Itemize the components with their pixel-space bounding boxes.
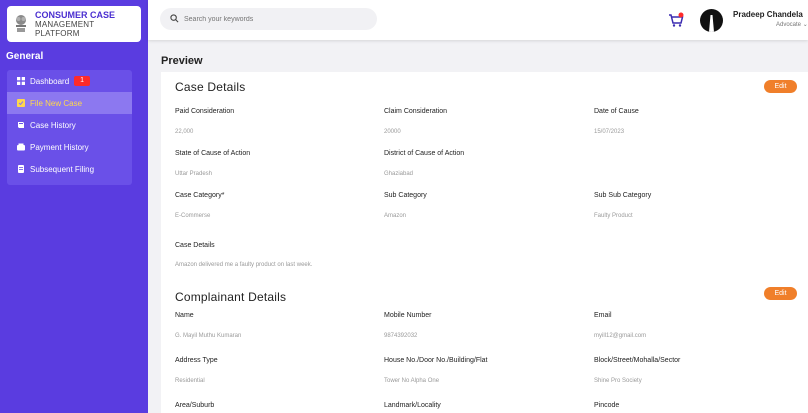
case-details-title: Case Details: [175, 80, 246, 94]
field-value: Faulty Product: [594, 213, 633, 219]
user-role[interactable]: Advocate ⌄: [776, 21, 808, 28]
field-value: G. Mayil Muthu Kumaran: [175, 333, 242, 339]
topbar: Pradeep Chandela Advocate ⌄: [148, 0, 808, 40]
field-label: Pincode: [594, 402, 620, 409]
sidebar-item-label: Payment History: [30, 142, 89, 152]
field-value: Ghaziabad: [384, 171, 414, 177]
sidebar: CONSUMER CASE MANAGEMENT PLATFORM Genera…: [0, 0, 148, 413]
grid-icon: [16, 77, 25, 86]
complainant-details-title: Complainant Details: [175, 290, 287, 304]
field-value: 22,000: [175, 129, 194, 135]
field-label: Mobile Number: [384, 312, 432, 319]
search-icon: [170, 10, 179, 28]
document-icon: [16, 165, 25, 174]
sidebar-item-label: Case History: [30, 120, 76, 130]
field-label: Date of Cause: [594, 108, 639, 115]
field-label: Area/Suburb: [175, 402, 215, 409]
edit-complainant-details-button[interactable]: Edit: [764, 287, 797, 300]
sidebar-item-case-history[interactable]: Case History: [7, 114, 132, 136]
field-value: 9874392032: [384, 333, 418, 339]
field-label: Case Category*: [175, 192, 225, 199]
sidebar-item-dashboard[interactable]: Dashboard 1: [7, 70, 132, 92]
brand-line-1: CONSUMER CASE: [35, 9, 116, 20]
field-label: Email: [594, 312, 612, 319]
brand-line-2: MANAGEMENT: [35, 19, 95, 29]
brand-logo[interactable]: CONSUMER CASE MANAGEMENT PLATFORM: [7, 6, 141, 42]
field-value: 15/07/2023: [594, 129, 625, 135]
field-value: Tower No Alpha One: [384, 378, 440, 384]
field-value: Amazon: [384, 213, 407, 219]
file-icon: [16, 99, 25, 108]
field-label: State of Cause of Action: [175, 150, 251, 157]
edit-case-details-button[interactable]: Edit: [764, 80, 797, 93]
wallet-icon: [16, 143, 25, 152]
field-value: E-Commerse: [175, 213, 211, 219]
sidebar-item-label: Dashboard: [30, 76, 70, 86]
field-label: Block/Street/Mohalla/Sector: [594, 357, 681, 364]
field-value: Residential: [175, 378, 205, 384]
notification-badge: 1: [74, 76, 91, 86]
field-label: Paid Consideration: [175, 108, 235, 115]
field-label: Case Details: [175, 242, 215, 249]
avatar[interactable]: [700, 9, 723, 32]
field-label: Address Type: [175, 357, 218, 364]
sidebar-item-payment-history[interactable]: Payment History: [7, 136, 132, 158]
emblem-icon: [13, 13, 29, 35]
sidebar-menu: Dashboard 1 File New Case Case History P…: [7, 70, 132, 185]
field-value: Uttar Pradesh: [175, 171, 213, 177]
field-value: myill12@gmail.com: [594, 333, 647, 339]
brand-line-3: PLATFORM: [35, 28, 80, 38]
book-icon: [16, 121, 25, 130]
search-box[interactable]: [160, 8, 377, 30]
field-label: Sub Sub Category: [594, 192, 652, 199]
cart-icon[interactable]: [668, 12, 684, 28]
field-value: 20000: [384, 129, 401, 135]
page-title: Preview: [161, 55, 203, 67]
sidebar-item-subsequent-filing[interactable]: Subsequent Filing: [7, 158, 132, 180]
sidebar-item-file-new-case[interactable]: File New Case: [7, 92, 132, 114]
sidebar-item-label: Subsequent Filing: [30, 164, 95, 174]
field-label: Claim Consideration: [384, 108, 448, 115]
chevron-down-icon: ⌄: [802, 22, 808, 28]
user-name[interactable]: Pradeep Chandela: [733, 10, 803, 19]
field-label: District of Cause of Action: [384, 150, 465, 157]
field-label: Name: [175, 312, 194, 319]
preview-card: Case Details Edit Paid Consideration 22,…: [161, 72, 808, 413]
field-label: Landmark/Locality: [384, 402, 441, 409]
field-label: House No./Door No./Building/Flat: [384, 357, 488, 364]
field-value: Shine Pro Society: [594, 378, 642, 384]
search-input[interactable]: [184, 15, 364, 23]
field-label: Sub Category: [384, 192, 427, 199]
sidebar-heading: General: [6, 51, 44, 62]
sidebar-item-label: File New Case: [30, 98, 83, 108]
field-value: Amazon delivered me a faulty product on …: [175, 262, 313, 268]
